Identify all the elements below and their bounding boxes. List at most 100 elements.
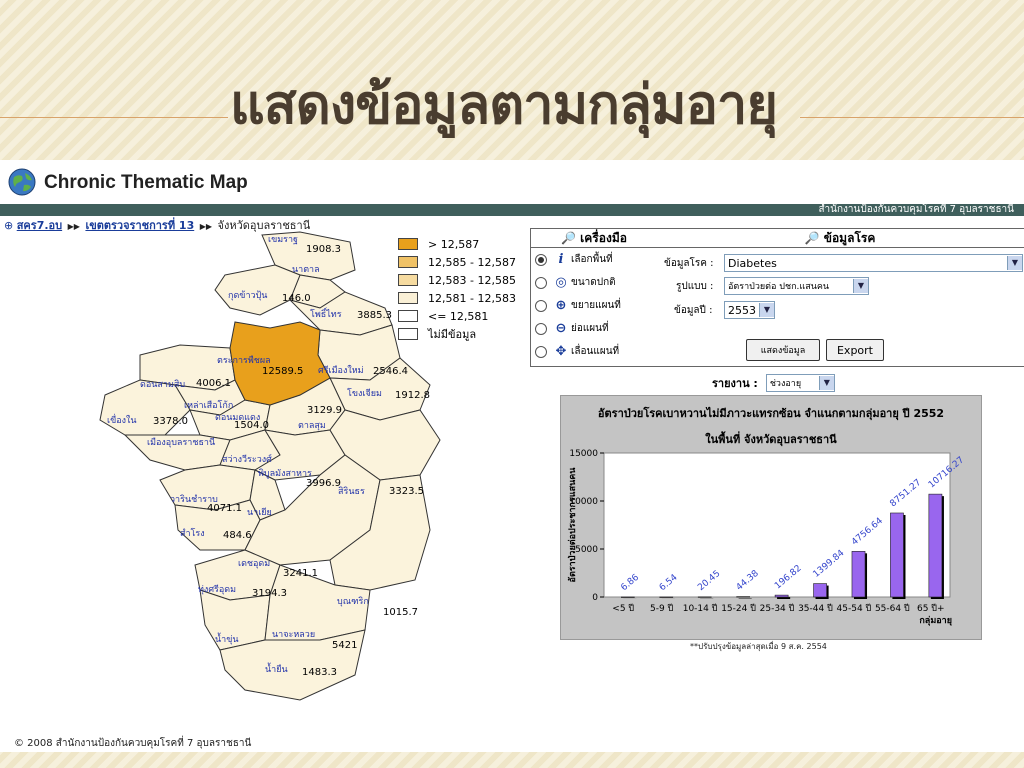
map-label: สิรินธร bbox=[338, 487, 365, 497]
tool-zoom-out[interactable]: ⊖ ย่อแผนที่ bbox=[531, 317, 657, 340]
tool-zoom-in[interactable]: ⊕ ขยายแผนที่ bbox=[531, 294, 657, 317]
bar bbox=[813, 583, 827, 598]
map-value: 3241.1 bbox=[283, 568, 318, 579]
map-value: 146.0 bbox=[282, 293, 311, 304]
map-label: สำโรง bbox=[180, 529, 205, 539]
map-value: 1504.0 bbox=[234, 420, 269, 431]
report-label: รายงาน : bbox=[712, 377, 758, 390]
map-value: 1015.7 bbox=[383, 607, 418, 618]
legend-swatch bbox=[398, 292, 418, 304]
map-value: 3885.3 bbox=[357, 310, 392, 321]
legend-item: 12,585 - 12,587 bbox=[398, 253, 516, 271]
bar-shadow bbox=[777, 597, 791, 599]
bar bbox=[890, 512, 904, 598]
map-value: 5421 bbox=[332, 640, 358, 651]
format-label: รูปแบบ : bbox=[676, 280, 714, 292]
info-header: 🔎 ข้อมูลโรค bbox=[656, 229, 1024, 248]
chevron-down-icon[interactable]: ▼ bbox=[853, 279, 868, 293]
bar bbox=[659, 596, 674, 598]
title-rule-right bbox=[800, 117, 1024, 118]
map-label: โพธิ์ไทร bbox=[310, 310, 342, 320]
radio-button[interactable] bbox=[535, 299, 547, 312]
disease-field: ข้อมูลโรค : Diabetes ▼ bbox=[664, 254, 1023, 272]
radio-button[interactable] bbox=[535, 276, 547, 289]
y-tick-label: 5000 bbox=[575, 545, 598, 555]
map-label: ทุ่งศรีอุดม bbox=[198, 585, 237, 595]
map-label: บุณฑริก bbox=[337, 597, 369, 607]
map-value: 484.6 bbox=[223, 530, 252, 541]
legend-item: > 12,587 bbox=[398, 235, 516, 253]
radio-button[interactable] bbox=[535, 253, 547, 266]
x-tick-label: <5 ปี bbox=[612, 603, 634, 614]
map-label: กุดข้าวปุ้น bbox=[228, 291, 268, 301]
disease-value: Diabetes bbox=[728, 256, 777, 270]
map-value: 2546.4 bbox=[373, 366, 408, 377]
disease-label: ข้อมูลโรค : bbox=[664, 257, 714, 269]
map-value: 3378.0 bbox=[153, 416, 188, 427]
map-value: 3996.9 bbox=[306, 478, 341, 489]
info-icon: i bbox=[558, 252, 564, 267]
bar bbox=[697, 596, 712, 598]
map-label: ดอนสามสิบ bbox=[140, 380, 186, 390]
tool-label: ย่อแผนที่ bbox=[571, 323, 609, 334]
tools-header-icon: 🔎 bbox=[561, 231, 581, 245]
map-label: เมืองอุบลราชธานี bbox=[147, 438, 216, 448]
x-tick-label: 45-54 ปี bbox=[837, 603, 872, 614]
legend-swatch bbox=[398, 238, 418, 250]
map-value: 4006.1 bbox=[196, 378, 231, 389]
map-label: สว่างวีระวงศ์ bbox=[222, 455, 272, 465]
tools-header: 🔎 เครื่องมือ bbox=[531, 229, 657, 248]
tool-select-area[interactable]: i เลือกพื้นที่ bbox=[531, 248, 657, 271]
disease-select[interactable]: Diabetes ▼ bbox=[724, 254, 1023, 272]
pan-icon: ✥ bbox=[555, 344, 567, 359]
bar bbox=[774, 594, 789, 598]
map-label: นาเยีย bbox=[247, 508, 272, 518]
org-name: สำนักงานป้องกันควบคุมโรคที่ 7 อุบลราชธาน… bbox=[818, 204, 1014, 215]
legend-swatch bbox=[398, 328, 418, 340]
chevron-down-icon[interactable]: ▼ bbox=[1007, 256, 1022, 270]
y-tick-label: 15000 bbox=[569, 449, 598, 459]
report-value: ช่วงอายุ bbox=[769, 379, 802, 389]
legend-label: 12,581 - 12,583 bbox=[428, 291, 516, 305]
x-tick-label: 35-44 ปี bbox=[798, 603, 833, 614]
zoom-in-icon: ⊕ bbox=[555, 298, 567, 313]
globe-icon bbox=[8, 168, 36, 196]
format-value: อัตราป่วยต่อ ปชก.แสนคน bbox=[728, 282, 830, 292]
bar bbox=[928, 493, 943, 598]
app-header: Chronic Thematic Map bbox=[0, 160, 1024, 204]
app-window: Chronic Thematic Map สำนักงานป้องกันควบค… bbox=[0, 160, 1024, 752]
report-select[interactable]: ช่วงอายุ ▼ bbox=[765, 374, 835, 392]
map-label: เขมราฐ bbox=[268, 235, 299, 245]
tool-pan[interactable]: ✥ เลื่อนแผนที่ bbox=[531, 340, 657, 363]
chart-svg: 0500010000150006.86<5 ปี6.545-9 ปี20.451… bbox=[567, 449, 966, 626]
slide-title: แสดงข้อมูลตามกลุ่มอายุ bbox=[230, 73, 778, 136]
map-legend: > 12,587 12,585 - 12,587 12,583 - 12,585… bbox=[398, 235, 516, 343]
map-label: ตาลสุม bbox=[298, 421, 326, 431]
map-label: นาตาล bbox=[292, 265, 320, 275]
radio-button[interactable] bbox=[535, 345, 547, 358]
chevron-down-icon[interactable]: ▼ bbox=[759, 303, 774, 317]
chevron-down-icon[interactable]: ▼ bbox=[818, 376, 834, 390]
x-tick-label: 15-24 ปี bbox=[721, 603, 756, 614]
year-select[interactable]: 2553 ▼ bbox=[724, 301, 775, 319]
map-value: 1908.3 bbox=[306, 244, 341, 255]
legend-swatch bbox=[398, 256, 418, 268]
map-value: 4071.1 bbox=[207, 503, 242, 514]
report-selector: รายงาน : ช่วงอายุ ▼ bbox=[712, 374, 835, 392]
tool-zoom-reset[interactable]: ◎ ขนาดปกติ bbox=[531, 271, 657, 294]
radio-button[interactable] bbox=[535, 322, 547, 335]
title-rule-left bbox=[0, 117, 228, 118]
format-select[interactable]: อัตราป่วยต่อ ปชก.แสนคน ▼ bbox=[724, 277, 869, 295]
x-axis-label: กลุ่มอายุ bbox=[919, 615, 952, 626]
zoom-reset-icon: ◎ bbox=[555, 275, 567, 290]
zoom-out-icon: ⊖ bbox=[555, 321, 567, 336]
tool-label: ขนาดปกติ bbox=[571, 277, 616, 288]
legend-label: <= 12,581 bbox=[428, 309, 489, 323]
format-field: รูปแบบ : อัตราป่วยต่อ ปชก.แสนคน ▼ bbox=[676, 277, 869, 295]
show-data-button[interactable]: แสดงข้อมูล bbox=[746, 339, 820, 361]
map-value: 12589.5 bbox=[262, 366, 304, 377]
tool-label: ขยายแผนที่ bbox=[571, 300, 621, 311]
legend-label: ไม่มีข้อมูล bbox=[428, 328, 477, 341]
update-note: **ปรับปรุงข้อมูลล่าสุดเมื่อ 9 ส.ค. 2554 bbox=[690, 642, 827, 651]
export-button[interactable]: Export bbox=[826, 339, 884, 361]
